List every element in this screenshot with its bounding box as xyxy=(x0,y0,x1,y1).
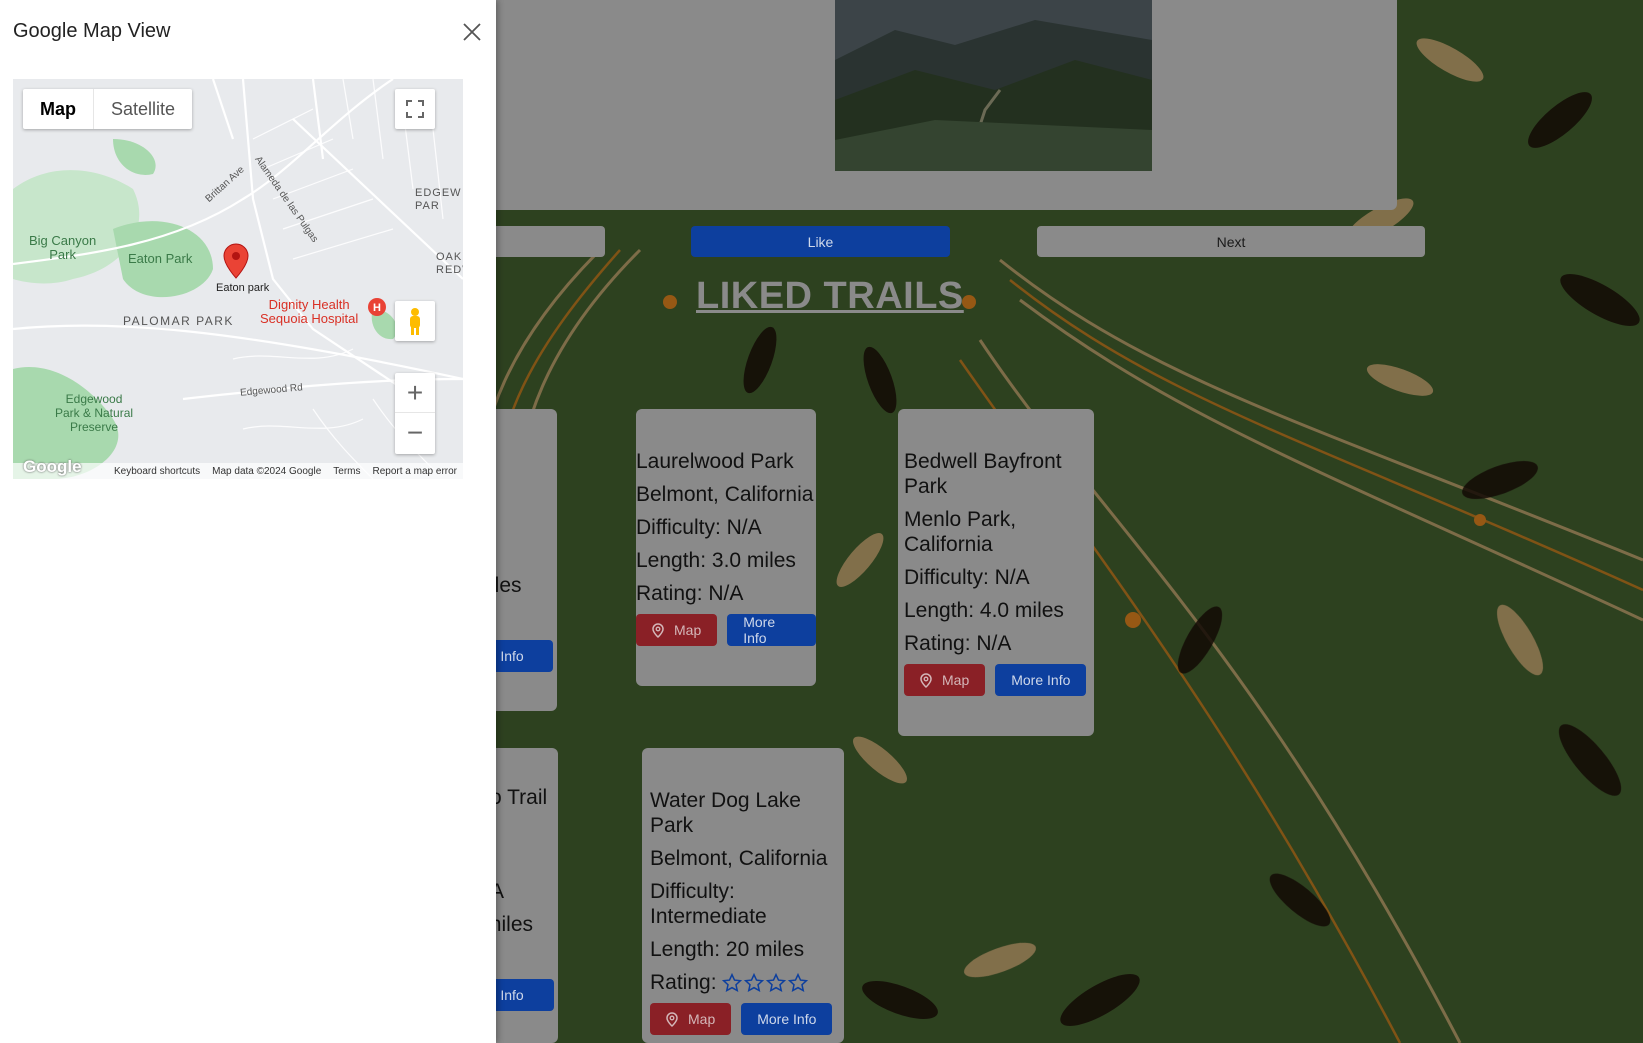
trail-length: Length: 20 miles xyxy=(650,938,805,961)
map-button-label: Map xyxy=(688,1011,716,1027)
trail-name: Bedwell Bayfront Park xyxy=(904,450,1062,498)
star-icon[interactable] xyxy=(722,973,743,993)
card-partial-text: o Trail xyxy=(490,786,548,809)
keyboard-shortcuts-link[interactable]: Keyboard shortcuts xyxy=(114,466,200,477)
next-button[interactable]: Next xyxy=(1037,226,1425,257)
map-button[interactable]: Map xyxy=(650,1003,732,1035)
trail-length: Length: 3.0 miles xyxy=(636,549,796,572)
star-icon[interactable] xyxy=(788,973,809,993)
map-type-control: Map Satellite xyxy=(23,89,193,129)
svg-text:H: H xyxy=(373,302,381,314)
more-info-button[interactable]: More Info xyxy=(995,664,1087,696)
map-label: PALOMAR PARK xyxy=(123,314,234,328)
google-map[interactable]: H Map Satellite + − Big Canyon Park Eato… xyxy=(13,79,463,479)
more-info-button[interactable]: More Info xyxy=(727,614,816,646)
map-pin-icon xyxy=(666,1011,678,1027)
map-type-satellite[interactable]: Satellite xyxy=(93,89,192,129)
map-pin-icon xyxy=(920,672,932,688)
trail-rating: Rating: xyxy=(650,970,844,995)
rating-label: Rating: xyxy=(650,971,717,994)
map-label: Dignity Health Sequoia Hospital xyxy=(260,297,359,326)
map-side-panel: Google Map View H Map Satellite + − Big … xyxy=(0,0,496,1043)
trail-card-bedwell: Bedwell Bayfront Park Menlo Park, Califo… xyxy=(898,409,1094,736)
trail-rating: Rating: N/A xyxy=(636,582,744,605)
report-error-link[interactable]: Report a map error xyxy=(373,466,457,477)
star-icon[interactable] xyxy=(744,973,765,993)
star-icon[interactable] xyxy=(766,973,787,993)
map-label: EDGEW PAR xyxy=(415,187,462,212)
map-label: Edgewood Park & Natural Preserve xyxy=(55,392,134,434)
map-pin-icon xyxy=(652,622,664,638)
terms-link[interactable]: Terms xyxy=(333,466,360,477)
map-button[interactable]: Map xyxy=(636,614,718,646)
map-label: Eaton Park xyxy=(128,251,193,266)
map-button[interactable]: Map xyxy=(904,664,986,696)
trail-length: Length: 4.0 miles xyxy=(904,599,1064,622)
like-button[interactable]: Like xyxy=(691,226,950,257)
map-button-label: Map xyxy=(674,622,702,638)
close-icon[interactable] xyxy=(460,20,484,44)
zoom-in-icon[interactable]: + xyxy=(395,373,435,413)
trail-card-laurelwood: Laurelwood Park Belmont, California Diff… xyxy=(636,409,816,686)
map-type-map[interactable]: Map xyxy=(23,89,93,129)
trail-location: Belmont, California xyxy=(636,483,814,506)
trail-rating: Rating: N/A xyxy=(904,632,1012,655)
zoom-control: + − xyxy=(395,373,435,454)
panel-title: Google Map View xyxy=(13,20,171,42)
marker-label: Eaton park xyxy=(216,282,270,294)
fullscreen-icon[interactable] xyxy=(395,89,435,129)
trail-difficulty: Difficulty: N/A xyxy=(636,516,762,539)
map-button-label: Map xyxy=(942,672,970,688)
zoom-out-icon[interactable]: − xyxy=(395,413,435,453)
trail-location: Menlo Park, California xyxy=(904,508,1017,556)
liked-trails-heading: LIKED TRAILS xyxy=(696,275,964,317)
google-logo: Google xyxy=(23,457,82,476)
map-label: OAK REDW xyxy=(436,251,463,276)
trail-difficulty: Difficulty: Intermediate xyxy=(650,880,767,928)
trail-name: Laurelwood Park xyxy=(636,450,794,473)
trail-photo xyxy=(835,0,1152,171)
trail-difficulty: Difficulty: N/A xyxy=(904,566,1030,589)
trail-name: Water Dog Lake Park xyxy=(650,789,801,837)
star-rating xyxy=(722,973,809,993)
trail-card-water-dog: Water Dog Lake Park Belmont, California … xyxy=(642,748,844,1043)
map-label: Big Canyon Park xyxy=(29,233,97,262)
street-view-pegman-icon[interactable] xyxy=(395,301,435,341)
map-data-text: Map data ©2024 Google xyxy=(212,465,322,477)
trail-location: Belmont, California xyxy=(650,847,828,870)
more-info-button[interactable]: More Info xyxy=(741,1003,833,1035)
